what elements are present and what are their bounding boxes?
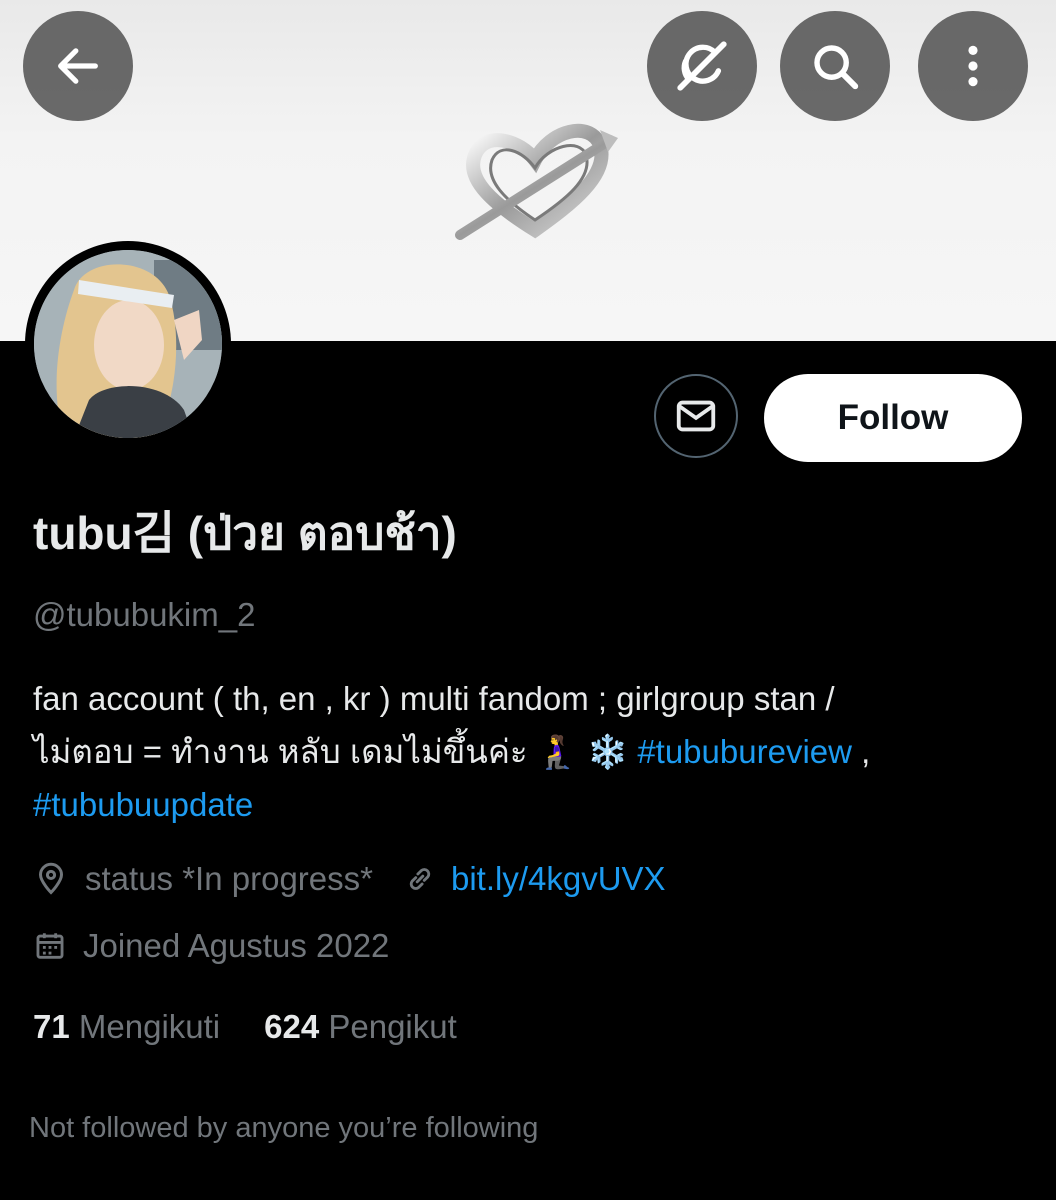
avatar-image <box>34 250 222 438</box>
followers-stat[interactable]: 624 Pengikut <box>264 1008 457 1046</box>
following-count: 71 <box>33 1008 70 1045</box>
back-button[interactable] <box>23 11 133 121</box>
profile-bio: fan account ( th, en , kr ) multi fandom… <box>33 672 1023 831</box>
message-button[interactable] <box>654 374 738 458</box>
profile-meta-row: status *In progress* bit.ly/4kgvUVX <box>33 860 666 898</box>
followers-count: 624 <box>264 1008 320 1045</box>
more-button[interactable] <box>918 11 1028 121</box>
avatar[interactable] <box>25 241 231 447</box>
location-text: status *In progress* <box>85 860 373 897</box>
more-vertical-icon <box>968 45 978 87</box>
followers-label: Pengikut <box>328 1008 457 1045</box>
back-arrow-icon <box>58 48 98 84</box>
link-icon <box>409 868 431 890</box>
grok-button[interactable] <box>647 11 757 121</box>
follow-button[interactable]: Follow <box>764 374 1022 462</box>
profile-link[interactable]: bit.ly/4kgvUVX <box>451 860 666 898</box>
hashtag-tububuupdate[interactable]: #tububuupdate <box>33 786 253 823</box>
bio-separator: , <box>851 733 871 770</box>
calendar-icon <box>36 933 64 959</box>
search-button[interactable] <box>780 11 890 121</box>
following-label: Mengikuti <box>78 1008 221 1045</box>
follow-stats: 71 Mengikuti 624 Pengikut <box>33 1008 457 1046</box>
banner-heart-ring-image <box>455 123 618 240</box>
following-stat[interactable]: 71 Mengikuti <box>33 1008 220 1046</box>
grok-icon <box>677 41 727 91</box>
hashtag-tububureview[interactable]: #tububureview <box>637 733 852 770</box>
search-icon <box>814 45 859 90</box>
joined-date: Joined Agustus 2022 <box>83 927 390 964</box>
bio-line-1: fan account ( th, en , kr ) multi fandom… <box>33 680 835 717</box>
bio-line-2-text: ไม่ตอบ = ทำงาน หลับ เดมไม่ขึ้นค่ะ 🧎‍♀️ ❄… <box>33 733 638 770</box>
not-followed-notice: Not followed by anyone you’re following <box>29 1112 539 1144</box>
joined-row: Joined Agustus 2022 <box>33 927 389 965</box>
display-name: tubu김 (ป่วย ตอบช้า) <box>33 507 457 559</box>
envelope-icon <box>676 400 716 432</box>
location-pin-icon <box>38 862 64 895</box>
username-handle: @tububukim_2 <box>33 596 256 633</box>
